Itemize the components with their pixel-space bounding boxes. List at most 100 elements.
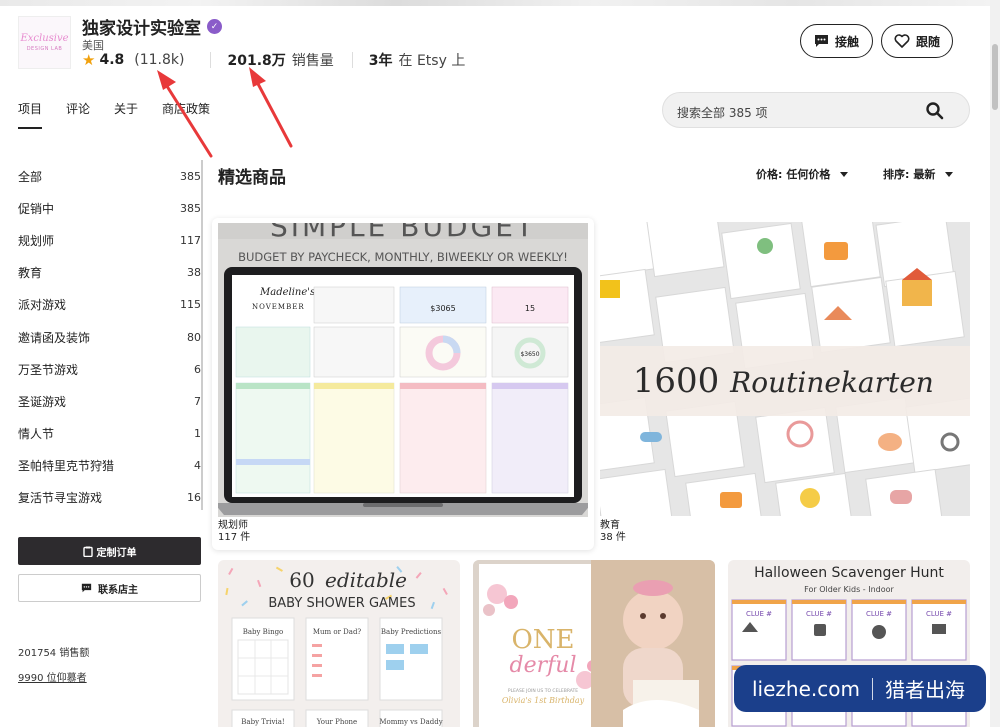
contact-shop-owner-button[interactable]: 联系店主 bbox=[18, 574, 201, 602]
left-to-spend-value: $3065 bbox=[430, 304, 455, 313]
sidebar-item-christmas[interactable]: 圣诞游戏 7 bbox=[18, 385, 201, 417]
product-card-baby-shower[interactable]: 60 editable BABY SHOWER GAMES Baby Bingo… bbox=[218, 560, 460, 727]
baby-shower-title-word: editable bbox=[325, 568, 407, 592]
clue-label: CLUE # bbox=[866, 610, 892, 618]
scrollbar-thumb[interactable] bbox=[992, 44, 998, 110]
baby-shower-title-line2: BABY SHOWER GAMES bbox=[268, 596, 415, 611]
review-count[interactable]: (11.8k) bbox=[134, 52, 184, 68]
divider bbox=[210, 52, 212, 68]
savings-donut-value: $3650 bbox=[520, 351, 539, 358]
featured-name: 教育 bbox=[600, 520, 620, 531]
sidebar-scrollbar[interactable] bbox=[201, 160, 203, 510]
routine-title-number: 1600 bbox=[633, 361, 720, 401]
featured-caption: 教育 38 件 bbox=[600, 520, 626, 544]
category-count: 385 bbox=[180, 169, 201, 183]
divider bbox=[351, 52, 353, 68]
search-icon[interactable] bbox=[925, 101, 945, 121]
category-label: 教育 bbox=[18, 266, 43, 281]
category-count: 385 bbox=[180, 201, 201, 215]
custom-order-button[interactable]: 定制订单 bbox=[18, 537, 201, 565]
star-icon: ★ bbox=[82, 51, 96, 69]
category-count: 38 bbox=[187, 266, 201, 280]
sheet-name-text: Madeline's bbox=[259, 287, 315, 298]
category-label: 规划师 bbox=[18, 233, 55, 248]
sidebar-item-on-sale[interactable]: 促销中 385 bbox=[18, 192, 201, 224]
product-image-birthday-invite: ONE derful PLEASE JOIN US TO CELEBRATE O… bbox=[473, 560, 715, 727]
page-scrollbar[interactable] bbox=[990, 0, 1000, 727]
tab-reviews[interactable]: 评论 bbox=[66, 100, 90, 130]
game-card-label: Mum or Dad? bbox=[313, 628, 362, 636]
invite-top-text: PLEASE JOIN US TO CELEBRATE bbox=[508, 688, 578, 694]
game-card-label: Your Phone bbox=[316, 718, 357, 726]
sidebar-item-planners[interactable]: 规划师 117 bbox=[18, 224, 201, 256]
watermark-divider bbox=[871, 677, 873, 700]
sidebar-item-easter[interactable]: 复活节寻宝游戏 16 bbox=[18, 482, 201, 514]
price-filter-dropdown[interactable]: 价格: 任何价格 bbox=[756, 166, 849, 182]
sidebar-item-party-games[interactable]: 派对游戏 115 bbox=[18, 289, 201, 321]
watermark-name: 猎者出海 bbox=[884, 678, 965, 702]
featured-count: 38 件 bbox=[600, 532, 626, 543]
featured-name: 规划师 bbox=[218, 520, 248, 531]
category-count: 1 bbox=[194, 427, 201, 441]
invite-line2: derful bbox=[510, 653, 577, 678]
budget-subtitle-text: BUDGET BY PAYCHECK, MONTHLY, BIWEEKLY OR… bbox=[238, 250, 568, 264]
routine-title-word: Routinekarten bbox=[729, 366, 934, 399]
contact-button-label: 接触 bbox=[834, 34, 859, 49]
clipboard-icon bbox=[82, 546, 93, 557]
category-count: 7 bbox=[194, 394, 201, 408]
shop-name-text: 独家设计实验室 bbox=[82, 19, 201, 39]
shop-tabs: 项目 评论 关于 商店政策 bbox=[18, 100, 234, 130]
category-label: 圣诞游戏 bbox=[18, 394, 67, 409]
category-count: 117 bbox=[180, 233, 201, 247]
category-label: 全部 bbox=[18, 169, 43, 184]
game-card-label: Baby Bingo bbox=[243, 628, 284, 636]
shop-logo[interactable]: Exclusive DESIGN LAB bbox=[18, 16, 71, 69]
heart-icon bbox=[894, 34, 910, 48]
featured-image-routine-cards: 1600 Routinekarten bbox=[600, 222, 970, 516]
halloween-title: Halloween Scavenger Hunt bbox=[754, 565, 944, 581]
featured-card-education[interactable]: 1600 Routinekarten 教育 38 件 bbox=[600, 222, 970, 546]
sidebar-item-st-patricks[interactable]: 圣帕特里克节狩猎 4 bbox=[18, 450, 201, 482]
shop-banner bbox=[0, 0, 990, 6]
admirers-link[interactable]: 9990 位仰慕者 bbox=[18, 669, 87, 684]
category-label: 促销中 bbox=[18, 201, 55, 216]
game-card-label: Baby Trivia! bbox=[241, 718, 284, 726]
clue-label: CLUE # bbox=[806, 610, 832, 618]
years-label: 在 Etsy 上 bbox=[398, 53, 466, 69]
sidebar-item-invitations[interactable]: 邀请函及装饰 80 bbox=[18, 321, 201, 353]
featured-caption: 规划师 117 件 bbox=[218, 520, 250, 544]
watermark-site: liezhe.com bbox=[752, 676, 860, 701]
category-count: 6 bbox=[194, 362, 201, 376]
category-count: 4 bbox=[194, 459, 201, 473]
message-icon bbox=[81, 583, 92, 593]
sidebar-item-valentines[interactable]: 情人节 1 bbox=[18, 418, 201, 450]
price-filter-value: 任何价格 bbox=[786, 168, 831, 181]
category-count: 80 bbox=[187, 330, 201, 344]
game-card-label: Mommy vs Daddy bbox=[379, 718, 442, 726]
tab-items[interactable]: 项目 bbox=[18, 100, 43, 130]
category-count: 16 bbox=[187, 491, 201, 505]
halloween-subtitle: For Older Kids - Indoor bbox=[804, 585, 894, 594]
shop-rating: 4.8 bbox=[99, 52, 125, 68]
sidebar-item-halloween[interactable]: 万圣节游戏 6 bbox=[18, 353, 201, 385]
chevron-down-icon bbox=[945, 171, 954, 177]
logo-subtext: DESIGN LAB bbox=[26, 46, 63, 52]
site-watermark: liezhe.com 猎者出海 bbox=[734, 665, 986, 712]
chevron-down-icon bbox=[840, 171, 849, 177]
featured-card-planners[interactable]: SIMPLE BUDGET BUDGET BY PAYCHECK, MONTHL… bbox=[212, 218, 594, 550]
sidebar-item-all[interactable]: 全部 385 bbox=[18, 160, 201, 192]
follow-button[interactable]: 跟随 bbox=[881, 24, 953, 58]
sort-dropdown[interactable]: 排序: 最新 bbox=[883, 166, 954, 182]
tab-about[interactable]: 关于 bbox=[114, 100, 138, 130]
tab-shop-policies[interactable]: 商店政策 bbox=[162, 100, 210, 130]
product-card-birthday-invite[interactable]: ONE derful PLEASE JOIN US TO CELEBRATE O… bbox=[473, 560, 715, 727]
shop-search-input[interactable]: 搜索全部 385 项 bbox=[662, 92, 970, 128]
contact-button[interactable]: 接触 bbox=[800, 24, 873, 58]
price-filter-label: 价格: bbox=[756, 168, 783, 181]
sidebar-item-education[interactable]: 教育 38 bbox=[18, 257, 201, 289]
baby-shower-title-num: 60 bbox=[289, 568, 314, 592]
star-seller-badge-icon: ✓ bbox=[207, 19, 222, 34]
sales-label: 销售量 bbox=[291, 53, 334, 69]
days-left-value: 15 bbox=[525, 304, 535, 313]
section-title: 精选商品 bbox=[218, 168, 286, 188]
